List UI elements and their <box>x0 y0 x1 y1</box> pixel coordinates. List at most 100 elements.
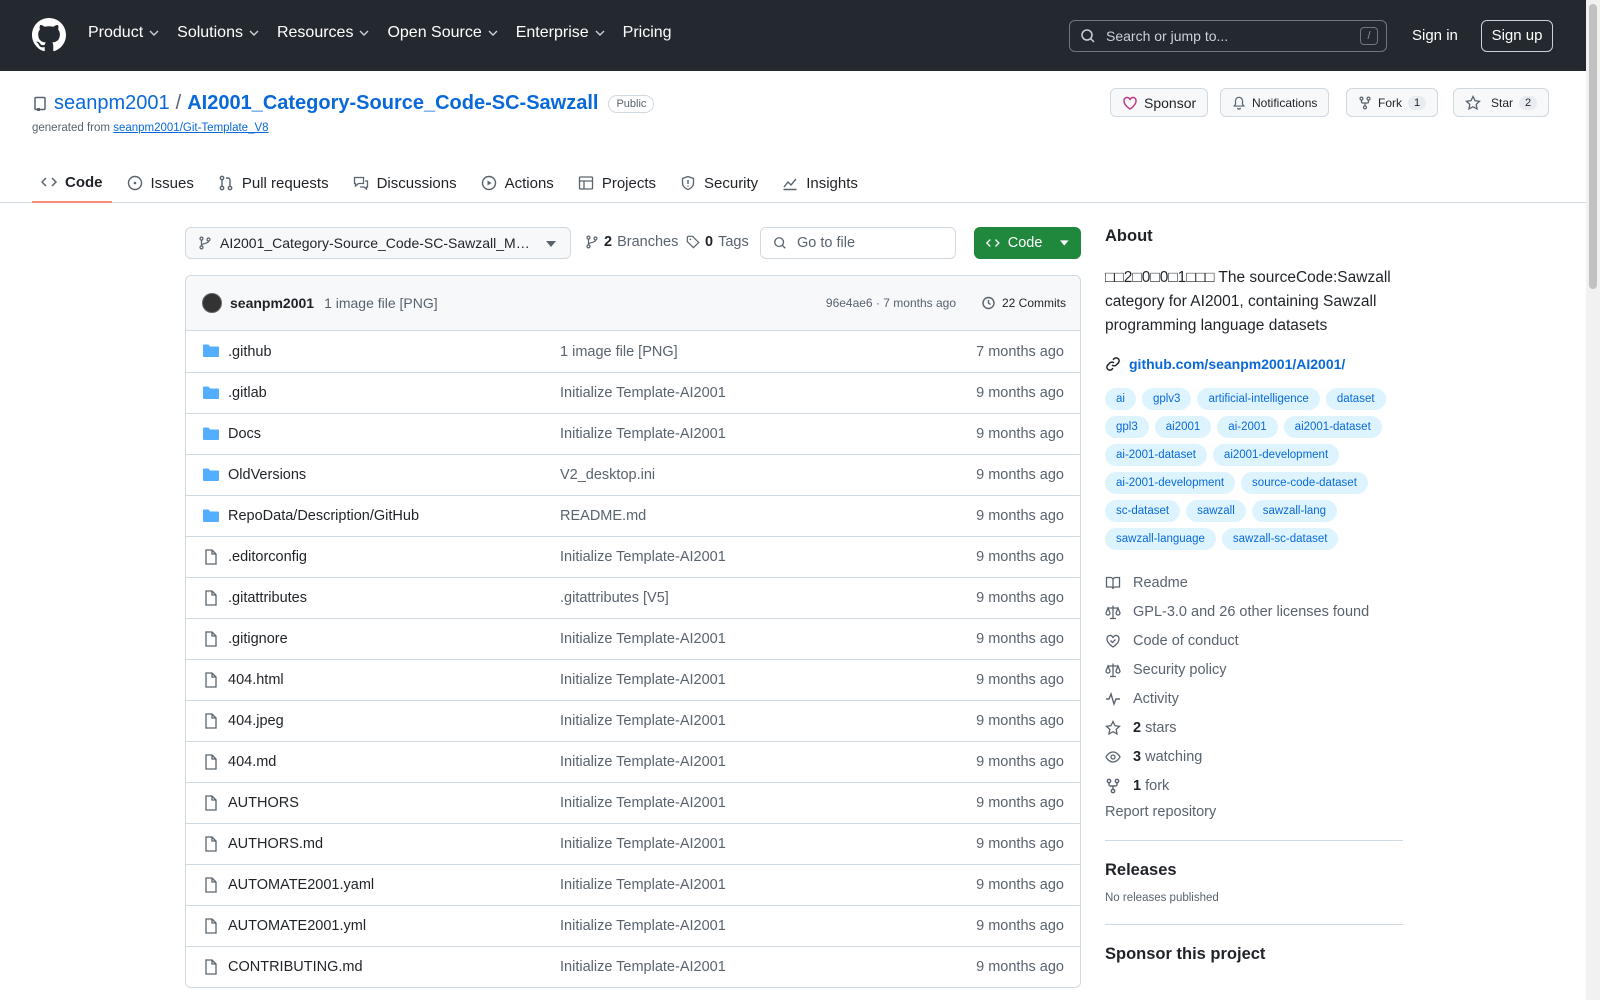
scrollbar-thumb[interactable] <box>1589 4 1597 289</box>
topic-tag[interactable]: artificial-intelligence <box>1197 388 1320 410</box>
sign-in-link[interactable]: Sign in <box>1412 27 1458 44</box>
repo-owner-link[interactable]: seanpm2001 <box>54 92 170 115</box>
tab-issues[interactable]: Issues <box>118 163 203 203</box>
file-name-link[interactable]: .gitignore <box>228 631 288 647</box>
forks-link[interactable]: 1 fork <box>1105 771 1403 800</box>
topic-tag[interactable]: sc-dataset <box>1105 500 1181 522</box>
table-row[interactable]: .gitignore Initialize Template-AI2001 9 mo… <box>186 618 1080 659</box>
nav-item-product[interactable]: Product <box>88 24 159 42</box>
file-name-link[interactable]: 404.jpeg <box>228 713 284 729</box>
file-name-link[interactable]: RepoData/Description/GitHub <box>228 508 419 524</box>
table-row[interactable]: AUTHORS.md Initialize Template-AI2001 9 mo… <box>186 823 1080 864</box>
file-name-link[interactable]: AUTHORS.md <box>228 836 323 852</box>
readme-link[interactable]: Readme <box>1105 568 1403 597</box>
commit-message-link[interactable]: .gitattributes [V5] <box>560 590 669 606</box>
table-row[interactable]: AUTHORS Initialize Template-AI2001 9 month… <box>186 782 1080 823</box>
file-name-link[interactable]: AUTOMATE2001.yaml <box>228 877 374 893</box>
nav-item-pricing[interactable]: Pricing <box>623 24 672 42</box>
topic-tag[interactable]: ai <box>1105 388 1136 410</box>
file-name-link[interactable]: .gitattributes <box>228 590 307 606</box>
table-row[interactable]: 404.md Initialize Template-AI2001 9 months… <box>186 741 1080 782</box>
stars-link[interactable]: 2 stars <box>1105 713 1403 742</box>
go-to-file-input[interactable]: Go to file <box>760 227 956 259</box>
homepage-link[interactable]: github.com/seanpm2001/AI2001/ <box>1105 356 1403 372</box>
watchers-link[interactable]: 3 watching <box>1105 742 1403 771</box>
nav-item-solutions[interactable]: Solutions <box>177 24 259 42</box>
commit-message-link[interactable]: V2_desktop.ini <box>560 467 655 483</box>
topic-tag[interactable]: ai2001-dataset <box>1283 416 1382 438</box>
commit-message-link[interactable]: Initialize Template-AI2001 <box>560 426 726 442</box>
commits-link[interactable]: 22 Commits <box>980 295 1066 311</box>
table-row[interactable]: OldVersions V2_desktop.ini 9 months ago <box>186 454 1080 495</box>
commit-message-link[interactable]: Initialize Template-AI2001 <box>560 918 726 934</box>
file-name-link[interactable]: 404.md <box>228 754 276 770</box>
avatar[interactable] <box>202 293 222 313</box>
file-name-link[interactable]: OldVersions <box>228 467 306 483</box>
branch-selector[interactable]: AI2001_Category-Source_Code-SC-Sawzall_M… <box>185 227 571 259</box>
commit-message-link[interactable]: README.md <box>560 508 646 524</box>
sponsor-button[interactable]: Sponsor <box>1110 88 1209 117</box>
report-repository-link[interactable]: Report repository <box>1105 804 1403 820</box>
tab-pull-requests[interactable]: Pull requests <box>209 163 338 203</box>
file-name-link[interactable]: 404.html <box>228 672 284 688</box>
table-row[interactable]: AUTOMATE2001.yml Initialize Template-AI20… <box>186 905 1080 946</box>
commit-hash[interactable]: 96e4ae6 · 7 months ago <box>826 296 956 310</box>
table-row[interactable]: .github 1 image file [PNG] 7 months ago <box>186 331 1080 372</box>
commit-message-link[interactable]: Initialize Template-AI2001 <box>560 959 726 975</box>
topic-tag[interactable]: dataset <box>1325 388 1386 410</box>
topic-tag[interactable]: ai2001-development <box>1212 444 1340 466</box>
tab-projects[interactable]: Projects <box>569 163 665 203</box>
commit-message-link[interactable]: Initialize Template-AI2001 <box>560 754 726 770</box>
branches-link[interactable]: 2 Branches <box>585 234 678 250</box>
topic-tag[interactable]: ai-2001 <box>1217 416 1278 438</box>
activity-link[interactable]: Activity <box>1105 684 1403 713</box>
commit-message-link[interactable]: Initialize Template-AI2001 <box>560 877 726 893</box>
releases-title[interactable]: Releases <box>1105 861 1403 880</box>
commit-message-link[interactable]: Initialize Template-AI2001 <box>560 836 726 852</box>
repo-name-link[interactable]: AI2001_Category-Source_Code-SC-Sawzall <box>187 92 598 115</box>
file-name-link[interactable]: AUTOMATE2001.yml <box>228 918 366 934</box>
star-button[interactable]: Star 2 <box>1453 88 1550 117</box>
table-row[interactable]: .gitlab Initialize Template-AI2001 9 month… <box>186 372 1080 413</box>
sign-up-button[interactable]: Sign up <box>1481 20 1553 52</box>
file-name-link[interactable]: CONTRIBUTING.md <box>228 959 363 975</box>
topic-tag[interactable]: sawzall-lang <box>1251 500 1338 522</box>
table-row[interactable]: 404.jpeg Initialize Template-AI2001 9 mont… <box>186 700 1080 741</box>
commit-message[interactable]: 1 image file [PNG] <box>324 295 438 311</box>
tags-link[interactable]: 0 Tags <box>686 234 749 250</box>
topic-tag[interactable]: ai-2001-development <box>1105 472 1236 494</box>
topic-tag[interactable]: source-code-dataset <box>1241 472 1368 494</box>
github-logo-icon[interactable] <box>32 18 66 52</box>
topic-tag[interactable]: gplv3 <box>1141 388 1192 410</box>
fork-button[interactable]: Fork 1 <box>1346 88 1439 117</box>
file-name-link[interactable]: .gitlab <box>228 385 267 401</box>
nav-item-enterprise[interactable]: Enterprise <box>516 24 605 42</box>
tab-insights[interactable]: Insights <box>773 163 867 203</box>
notifications-button[interactable]: Notifications <box>1220 88 1330 117</box>
table-row[interactable]: 404.html Initialize Template-AI2001 9 mont… <box>186 659 1080 700</box>
security-policy-link[interactable]: Security policy <box>1105 655 1403 684</box>
file-name-link[interactable]: .editorconfig <box>228 549 307 565</box>
nav-item-open-source[interactable]: Open Source <box>387 24 498 42</box>
scrollbar[interactable] <box>1586 0 1600 1000</box>
code-button[interactable]: Code <box>974 227 1081 259</box>
tab-code[interactable]: Code <box>32 163 112 203</box>
topic-tag[interactable]: sawzall-language <box>1105 528 1216 550</box>
file-name-link[interactable]: AUTHORS <box>228 795 299 811</box>
template-link[interactable]: seanpm2001/Git-Template_V8 <box>113 122 268 134</box>
search-input[interactable]: Search or jump to... / <box>1069 20 1387 52</box>
code-of-conduct-link[interactable]: Code of conduct <box>1105 626 1403 655</box>
commit-message-link[interactable]: Initialize Template-AI2001 <box>560 713 726 729</box>
table-row[interactable]: .gitattributes .gitattributes [V5] 9 month… <box>186 577 1080 618</box>
tab-discussions[interactable]: Discussions <box>344 163 466 203</box>
table-row[interactable]: CONTRIBUTING.md Initialize Template-AI200… <box>186 946 1080 987</box>
commit-message-link[interactable]: Initialize Template-AI2001 <box>560 631 726 647</box>
commit-message-link[interactable]: Initialize Template-AI2001 <box>560 672 726 688</box>
commit-author[interactable]: seanpm2001 <box>230 295 314 311</box>
table-row[interactable]: .editorconfig Initialize Template-AI2001 9… <box>186 536 1080 577</box>
nav-item-resources[interactable]: Resources <box>277 24 369 42</box>
commit-message-link[interactable]: Initialize Template-AI2001 <box>560 385 726 401</box>
commit-message-link[interactable]: Initialize Template-AI2001 <box>560 549 726 565</box>
topic-tag[interactable]: ai2001 <box>1154 416 1212 438</box>
tab-security[interactable]: Security <box>671 163 767 203</box>
